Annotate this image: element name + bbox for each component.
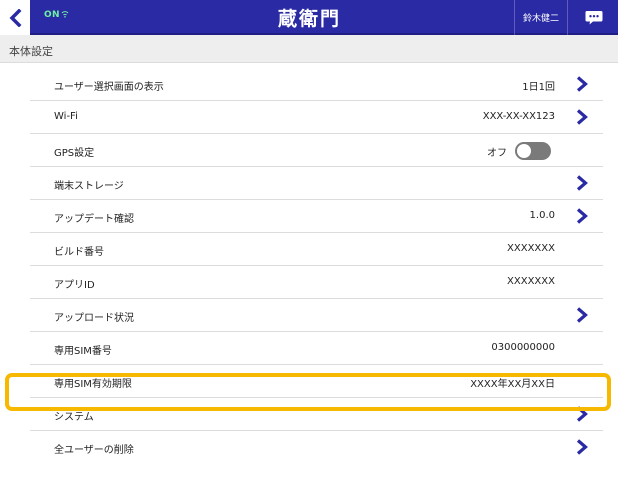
setting-value: 0300000000 <box>491 342 555 353</box>
setting-row-device-storage[interactable]: 端末ストレージ <box>30 167 603 200</box>
connection-status-label: ON <box>44 10 60 20</box>
setting-label: 専用SIM番号 <box>54 346 112 357</box>
back-chevron-icon <box>9 8 22 27</box>
chevron-right-icon[interactable] <box>575 175 589 191</box>
setting-row-build-number: ビルド番号 XXXXXXX <box>30 233 603 266</box>
setting-value: XXXXXXX <box>507 276 555 287</box>
setting-label: 専用SIM有効期限 <box>54 379 132 390</box>
chevron-right-icon[interactable] <box>575 109 589 125</box>
setting-row-gps: GPS設定 オフ <box>30 134 603 167</box>
chat-button[interactable] <box>567 0 618 35</box>
setting-label: GPS設定 <box>54 148 95 159</box>
setting-row-upload-status[interactable]: アップロード状況 <box>30 299 603 332</box>
user-name-button[interactable]: 鈴木健二 <box>514 0 567 35</box>
setting-row-wifi[interactable]: Wi-Fi XXX-XX-XX123 <box>30 101 603 134</box>
app-header: ON 蔵衛門 鈴木健二 <box>0 0 618 35</box>
setting-row-sim-expiry: 専用SIM有効期限 XXXX年XX月XX日 <box>30 365 603 398</box>
setting-label: 端末ストレージ <box>54 181 124 192</box>
setting-row-update-check[interactable]: アップデート確認 1.0.0 <box>30 200 603 233</box>
chevron-right-icon[interactable] <box>575 76 589 92</box>
setting-label: Wi-Fi <box>54 111 78 122</box>
chevron-right-icon[interactable] <box>575 208 589 224</box>
setting-label: ユーザー選択画面の表示 <box>54 82 164 93</box>
setting-row-system[interactable]: システム <box>30 398 603 431</box>
setting-label: アップデート確認 <box>54 214 134 225</box>
chat-bubble-icon <box>585 10 602 24</box>
chevron-right-icon[interactable] <box>575 439 589 455</box>
setting-label: 全ユーザーの削除 <box>54 445 134 456</box>
section-title: 本体設定 <box>9 45 53 58</box>
setting-label: システム <box>54 412 94 423</box>
setting-value: XXX-XX-XX123 <box>482 111 555 122</box>
setting-value: XXXXXXX <box>507 243 555 254</box>
setting-row-user-selection-display[interactable]: ユーザー選択画面の表示 1日1回 <box>30 68 603 101</box>
app-logo: 蔵衛門 <box>278 8 342 30</box>
toggle-knob <box>517 144 531 158</box>
chevron-right-icon[interactable] <box>575 307 589 323</box>
connection-status: ON <box>44 10 69 20</box>
setting-value: XXXX年XX月XX日 <box>470 379 555 390</box>
setting-label: アプリID <box>54 280 95 291</box>
gps-toggle[interactable] <box>515 142 551 160</box>
chevron-right-icon[interactable] <box>575 406 589 422</box>
wifi-signal-icon <box>61 11 69 18</box>
settings-list: ユーザー選択画面の表示 1日1回 Wi-Fi XXX-XX-XX123 GPS設… <box>0 68 618 464</box>
setting-label: アップロード状況 <box>54 313 134 324</box>
section-header: 本体設定 <box>0 35 618 63</box>
setting-row-sim-number: 専用SIM番号 0300000000 <box>30 332 603 365</box>
setting-row-delete-all-users[interactable]: 全ユーザーの削除 <box>30 431 603 464</box>
setting-row-app-id: アプリID XXXXXXX <box>30 266 603 299</box>
setting-label: ビルド番号 <box>54 247 104 258</box>
back-button[interactable] <box>0 0 30 35</box>
gps-toggle-state: オフ <box>487 148 507 159</box>
setting-value: 1日1回 <box>522 82 555 93</box>
setting-value: 1.0.0 <box>529 210 555 221</box>
